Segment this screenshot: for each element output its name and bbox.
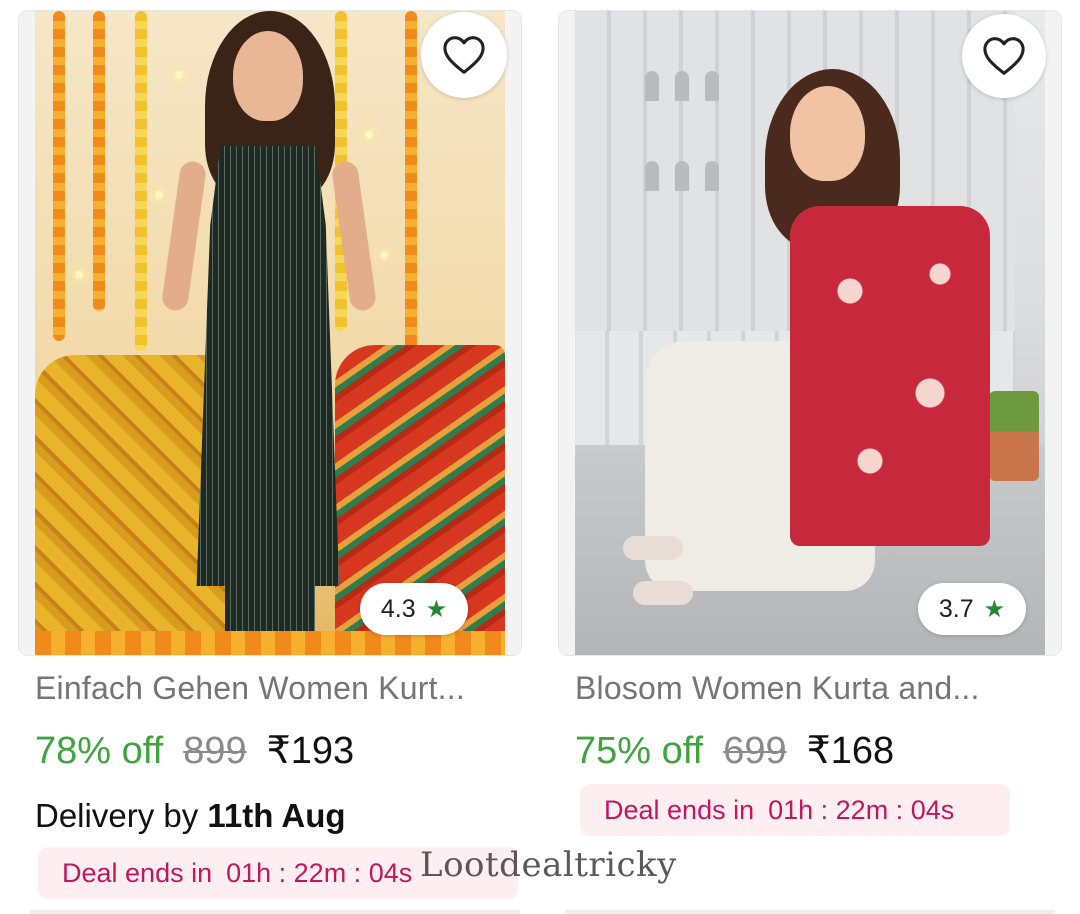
deal-label: Deal ends in <box>604 794 755 825</box>
product-image[interactable] <box>575 11 1045 655</box>
product-image-frame[interactable] <box>558 10 1062 656</box>
product-image[interactable] <box>35 11 505 655</box>
heart-outline-icon <box>983 37 1025 75</box>
original-price: 899 <box>183 730 247 772</box>
discount-percent: 75% off <box>575 730 704 772</box>
rating-badge: 4.3 ★ <box>360 583 468 635</box>
sale-price: ₹193 <box>266 730 355 772</box>
delivery-info: Delivery by 11th Aug <box>35 797 346 835</box>
divider <box>30 910 520 914</box>
delivery-date: 11th Aug <box>207 797 346 834</box>
delivery-prefix: Delivery by <box>35 797 199 834</box>
product-image-frame[interactable] <box>18 10 522 656</box>
star-icon: ★ <box>425 595 448 623</box>
divider <box>565 910 1055 914</box>
price-row: 78% off 899 ₹193 <box>35 728 354 773</box>
product-card-2[interactable]: 3.7 ★ Blosom Women Kurta and... 75% off … <box>540 0 1080 914</box>
discount-percent: 78% off <box>35 730 164 772</box>
deal-countdown: 01h : 22m : 04s <box>226 857 413 888</box>
rating-value: 3.7 <box>938 594 974 623</box>
deal-timer-badge: Deal ends in 01h : 22m : 04s <box>580 784 1010 836</box>
product-card-1[interactable]: 4.3 ★ Einfach Gehen Women Kurt... 78% of… <box>0 0 540 914</box>
star-icon: ★ <box>983 595 1006 623</box>
product-title[interactable]: Blosom Women Kurta and... <box>575 670 1055 707</box>
price-row: 75% off 699 ₹168 <box>575 728 894 773</box>
rating-value: 4.3 <box>380 594 416 623</box>
heart-outline-icon <box>443 36 485 74</box>
original-price: 699 <box>723 730 787 772</box>
deal-countdown: 01h : 22m : 04s <box>768 794 955 825</box>
sale-price: ₹168 <box>806 730 895 772</box>
watermark-text: Lootdealtricky <box>420 845 677 885</box>
rating-badge: 3.7 ★ <box>918 583 1026 635</box>
deal-label: Deal ends in <box>62 857 213 888</box>
product-title[interactable]: Einfach Gehen Women Kurt... <box>35 670 515 707</box>
wishlist-button[interactable] <box>421 12 507 98</box>
wishlist-button[interactable] <box>962 14 1046 98</box>
